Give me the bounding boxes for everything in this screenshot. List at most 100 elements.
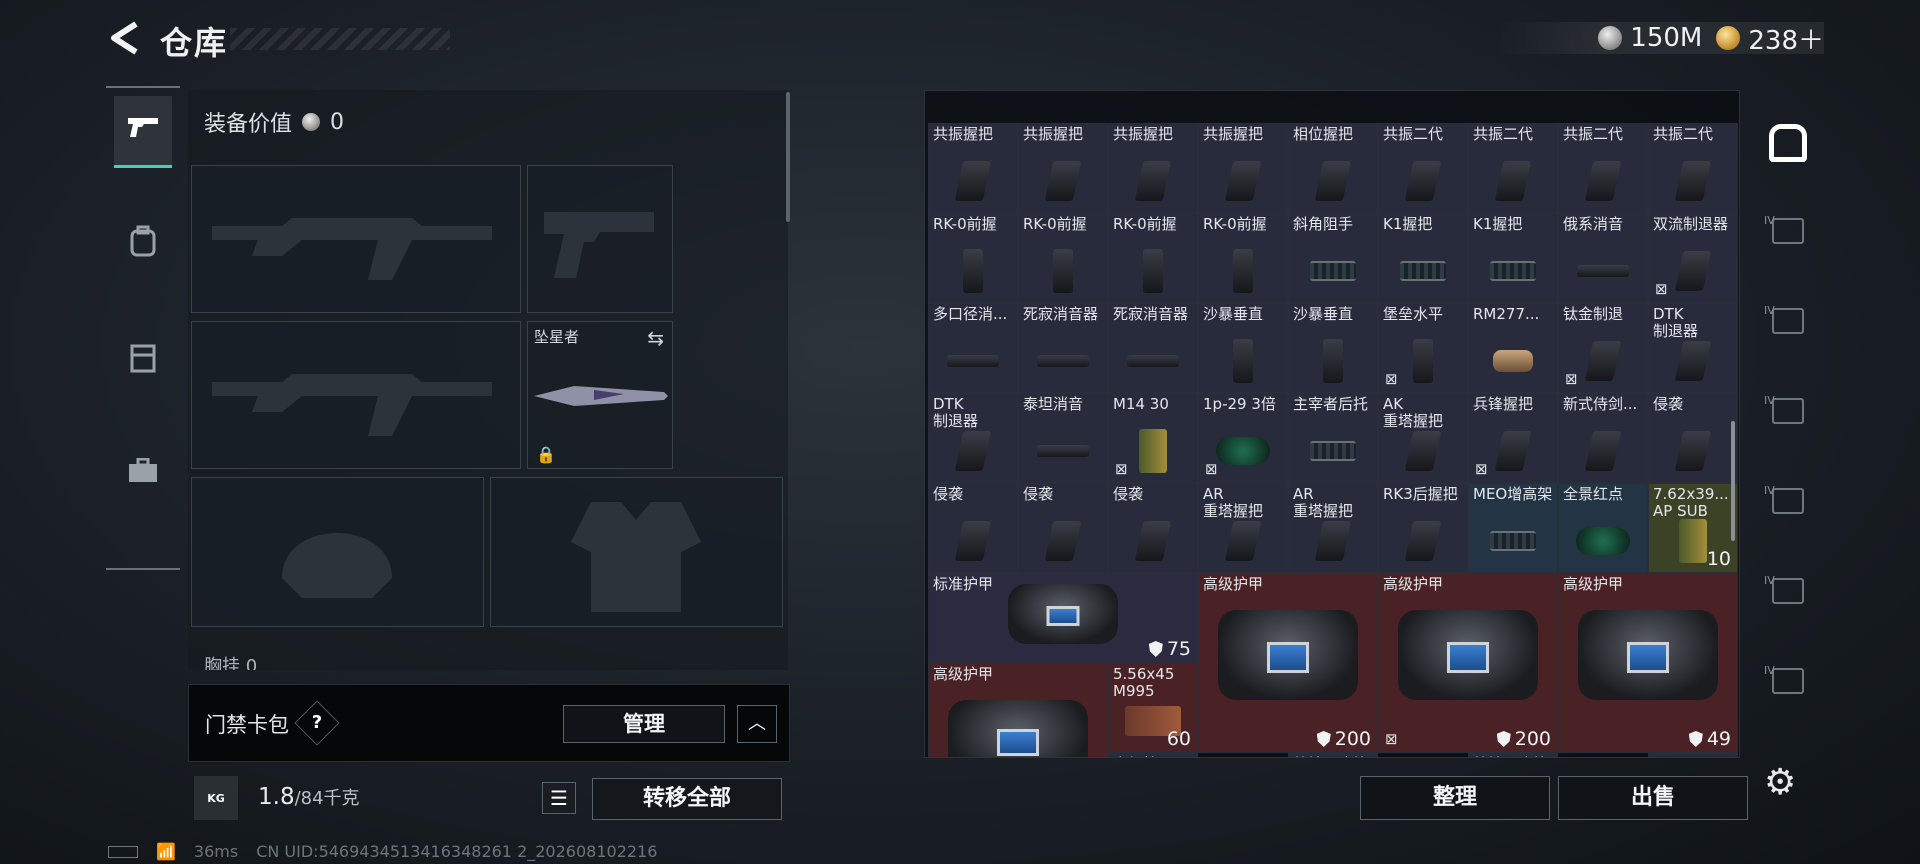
item-icon bbox=[1019, 426, 1107, 476]
loadout-scrollbar[interactable] bbox=[786, 92, 790, 222]
inventory-item[interactable]: 泰坦消音 bbox=[1018, 393, 1108, 483]
inventory-item[interactable]: MEO增高架 bbox=[1468, 483, 1558, 573]
inventory-item[interactable]: 共振握把 bbox=[1108, 123, 1198, 213]
inventory-item[interactable]: 侵袭 bbox=[1108, 483, 1198, 573]
inventory-item[interactable]: 死寂消音器 bbox=[1018, 303, 1108, 393]
inventory-item[interactable]: RK3后握把 bbox=[1378, 483, 1468, 573]
storage-tab-4[interactable]: IV bbox=[1758, 466, 1818, 536]
inventory-item[interactable]: 俄系消音 bbox=[1558, 213, 1648, 303]
inventory-item[interactable]: 共振握把 bbox=[1198, 123, 1288, 213]
back-arrow-icon[interactable] bbox=[108, 20, 142, 56]
settings-gear-icon[interactable]: ⚙ bbox=[1764, 762, 1796, 803]
inventory-item[interactable]: 主宰者后托 bbox=[1288, 393, 1378, 483]
backpack-icon bbox=[129, 225, 157, 264]
inventory-armor-item[interactable]: 高级护甲 bbox=[928, 663, 1108, 757]
item-icon bbox=[1289, 336, 1377, 386]
item-name: 俄系消音 bbox=[1563, 216, 1624, 233]
item-name: RK-0前握 bbox=[1203, 216, 1267, 233]
inventory-item[interactable]: 多口径消... bbox=[928, 303, 1018, 393]
inventory-item[interactable]: 高级护甲 bbox=[1108, 753, 1198, 757]
item-name: 兵锋握把 bbox=[1473, 396, 1534, 413]
inventory-item[interactable]: DTK 制退器 bbox=[1648, 303, 1738, 393]
storage-tab-5[interactable]: IV bbox=[1758, 556, 1818, 626]
inventory-item[interactable]: 共振二代 bbox=[1648, 123, 1738, 213]
tab-backpack[interactable] bbox=[114, 208, 172, 280]
inventory-item[interactable]: AR 重塔握把 bbox=[1198, 483, 1288, 573]
inventory-item[interactable]: 死寂消音器 bbox=[1108, 303, 1198, 393]
inventory-item[interactable]: 共振二代 bbox=[1468, 123, 1558, 213]
inventory-item[interactable]: 侵袭 bbox=[1648, 393, 1738, 483]
transfer-all-button[interactable]: 转移全部 bbox=[592, 778, 782, 820]
sidearm-slot[interactable] bbox=[527, 165, 673, 313]
inventory-item[interactable]: 新式侍剑... bbox=[1558, 393, 1648, 483]
silver-currency[interactable]: 150M bbox=[1598, 23, 1702, 53]
list-icon[interactable]: ☰ bbox=[542, 782, 576, 814]
storage-home-tab[interactable] bbox=[1758, 108, 1818, 178]
help-button[interactable]: ? bbox=[294, 700, 340, 746]
inventory-item[interactable]: 沙暴垂直 bbox=[1198, 303, 1288, 393]
secondary-weapon-slot[interactable] bbox=[191, 321, 521, 469]
swap-icon[interactable]: ⇆ bbox=[647, 326, 664, 350]
inventory-item[interactable]: 7.62x39... AP SUB 10 bbox=[1648, 483, 1738, 573]
inventory-item[interactable]: 1p-29 3倍 ⊠ bbox=[1198, 393, 1288, 483]
tab-chest-rig[interactable] bbox=[114, 324, 172, 396]
inventory-armor-item[interactable]: 高级护甲 200 bbox=[1198, 573, 1378, 753]
inventory-grid-panel: 共振握把 共振握把 共振握把 共振握把 相位握把 共振二代 共振二代 共振二代 共振二代 RK-0… bbox=[924, 90, 1740, 758]
inventory-item[interactable]: K1握把 bbox=[1468, 213, 1558, 303]
inventory-item[interactable]: DTK 制退器 bbox=[928, 393, 1018, 483]
inventory-item[interactable]: 共振握把 bbox=[928, 123, 1018, 213]
tab-weapons[interactable] bbox=[114, 96, 172, 168]
inventory-armor-item[interactable]: 标准护甲 75 bbox=[928, 573, 1198, 663]
inventory-item[interactable]: 共振二代 bbox=[1378, 123, 1468, 213]
primary-weapon-slot[interactable] bbox=[191, 165, 521, 313]
inventory-item[interactable]: RK-0前握 bbox=[1108, 213, 1198, 303]
collapse-chevron-icon[interactable]: ︿ bbox=[737, 705, 777, 743]
inventory-item[interactable]: 堡垒水平 ⊠ bbox=[1378, 303, 1468, 393]
storage-tab-3[interactable]: IV bbox=[1758, 376, 1818, 446]
inventory-item[interactable]: AK 重塔握把 bbox=[1378, 393, 1468, 483]
inventory-item[interactable]: 300 Bla... bbox=[1648, 753, 1738, 757]
inventory-item[interactable]: RK-0前握 bbox=[928, 213, 1018, 303]
inventory-item[interactable]: RK-0前握 bbox=[1018, 213, 1108, 303]
manage-button[interactable]: 管理 bbox=[563, 705, 725, 743]
inventory-ammo-item[interactable]: 5.56x45 M995 60 bbox=[1108, 663, 1198, 753]
inventory-item[interactable]: 共振二代 bbox=[1558, 123, 1648, 213]
storage-tab-6[interactable]: IV bbox=[1758, 646, 1818, 716]
inventory-item[interactable]: K1握把 bbox=[1378, 213, 1468, 303]
inventory-item[interactable]: 钛金制退 ⊠ bbox=[1558, 303, 1648, 393]
inventory-item[interactable]: 沙暴垂直 bbox=[1288, 303, 1378, 393]
inventory-item[interactable]: 斜角阻手 bbox=[1288, 213, 1378, 303]
sort-button[interactable]: 整理 bbox=[1360, 776, 1550, 820]
helmet-slot[interactable] bbox=[191, 477, 484, 627]
storage-tab-1[interactable]: IV bbox=[1758, 196, 1818, 266]
storage-box-icon bbox=[1772, 398, 1804, 424]
inventory-item[interactable]: 战地医疗箱 bbox=[1288, 753, 1378, 757]
item-name: 7.62x39... AP SUB bbox=[1653, 486, 1729, 520]
inventory-item[interactable]: 兵锋握把 ⊠ bbox=[1468, 393, 1558, 483]
inventory-item[interactable]: RK-0前握 bbox=[1198, 213, 1288, 303]
melee-slot[interactable]: 坠星者 ⇆ 🔒 bbox=[527, 321, 673, 469]
item-name: 多口径消... bbox=[933, 306, 1008, 323]
item-name: K1握把 bbox=[1473, 216, 1523, 233]
sell-button[interactable]: 出售 bbox=[1558, 776, 1748, 820]
inventory-item[interactable]: RM277... bbox=[1468, 303, 1558, 393]
inventory-armor-item[interactable]: 高级护甲 200 ⊠ bbox=[1378, 573, 1558, 753]
inventory-armor-item[interactable]: 高级护甲 49 bbox=[1558, 573, 1738, 753]
storage-tab-2[interactable]: IV bbox=[1758, 286, 1818, 356]
inventory-item[interactable]: 共振握把 bbox=[1018, 123, 1108, 213]
item-icon bbox=[1199, 156, 1287, 206]
inventory-item[interactable]: M14 30 ⊠ bbox=[1108, 393, 1198, 483]
inventory-item[interactable]: 战地医疗箱 bbox=[1468, 753, 1558, 757]
item-name: 共振二代 bbox=[1653, 126, 1714, 143]
inventory-item[interactable]: AR 重塔握把 bbox=[1288, 483, 1378, 573]
gold-currency[interactable]: 238＋ bbox=[1716, 20, 1824, 57]
inventory-item[interactable]: 侵袭 bbox=[1018, 483, 1108, 573]
uid-text: CN UID:5469434513416348261 2_20260810221… bbox=[256, 842, 658, 861]
inventory-item[interactable]: 侵袭 bbox=[928, 483, 1018, 573]
inventory-scrollbar[interactable] bbox=[1731, 421, 1735, 541]
inventory-item[interactable]: 全景红点 bbox=[1558, 483, 1648, 573]
inventory-item[interactable]: 相位握把 bbox=[1288, 123, 1378, 213]
inventory-item[interactable]: 双流制退器 ⊠ bbox=[1648, 213, 1738, 303]
armor-slot[interactable] bbox=[490, 477, 783, 627]
tab-case[interactable] bbox=[114, 438, 172, 510]
